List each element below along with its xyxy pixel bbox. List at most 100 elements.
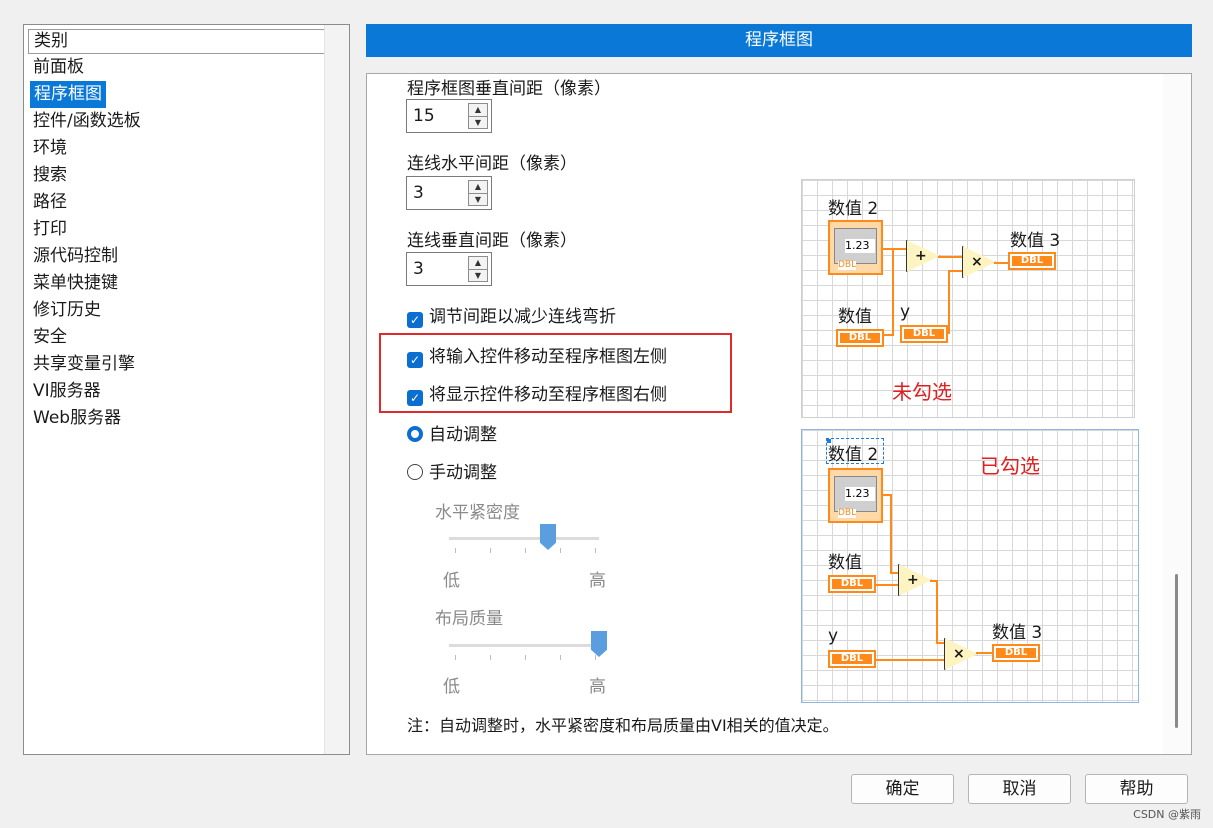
control-value: 1.23 <box>845 239 875 253</box>
arrow-down-icon[interactable]: ▼ <box>469 270 487 282</box>
adjust-spacing-checkbox[interactable]: ✓ 调节间距以减少连线弯折 <box>407 302 616 328</box>
category-item-security[interactable]: 安全 <box>30 324 144 351</box>
label-numeric-2: 数值 2 <box>828 199 879 219</box>
label-numeric-2: 数值 2 <box>828 445 879 465</box>
control-value: 1.23 <box>845 487 875 501</box>
type-tag: DBL <box>838 260 857 270</box>
category-item-web-server[interactable]: Web服务器 <box>30 405 144 432</box>
dbl-terminal-icon: DBL <box>828 575 876 593</box>
wire-vertical-spacing-spinner[interactable]: 3 ▲ ▼ <box>406 252 492 286</box>
note-text: 注：自动调整时，水平紧密度和布局质量由VI相关的值决定。 <box>407 716 839 735</box>
layout-quality-thumb[interactable] <box>591 631 607 657</box>
add-function-icon: + <box>898 564 932 596</box>
arrow-up-icon[interactable]: ▲ <box>469 181 487 194</box>
multiply-function-icon: × <box>944 638 978 670</box>
slider-tick <box>595 548 596 553</box>
settings-scrollbar-thumb[interactable] <box>1175 574 1178 728</box>
checkbox-label: 将输入控件移动至程序框图左侧 <box>429 347 667 367</box>
category-item-paths[interactable]: 路径 <box>30 189 144 216</box>
checkmark-icon[interactable]: ✓ <box>407 390 423 406</box>
settings-scrollbar[interactable] <box>1163 74 1191 754</box>
dbl-tag: DBL <box>904 329 944 339</box>
category-list-panel: 类别 前面板 程序框图 控件/函数选板 环境 搜索 路径 打印 源代码控制 菜单… <box>23 24 350 755</box>
checkmark-icon[interactable]: ✓ <box>407 352 423 368</box>
arrow-up-icon[interactable]: ▲ <box>469 104 487 117</box>
diagram-vertical-spacing-spinner[interactable]: 15 ▲ ▼ <box>406 99 492 133</box>
category-item-palettes[interactable]: 控件/函数选板 <box>30 108 144 135</box>
slider-high-label: 高 <box>589 571 606 591</box>
label-numeric-3: 数值 3 <box>992 623 1043 643</box>
label-numeric-3: 数值 3 <box>1010 231 1061 251</box>
slider-tick <box>455 655 456 660</box>
category-scrollbar[interactable] <box>324 25 349 754</box>
move-outputs-right-checkbox[interactable]: ✓ 将显示控件移动至程序框图右侧 <box>407 380 667 406</box>
category-item-shared-variable-engine[interactable]: 共享变量引擎 <box>30 351 144 378</box>
move-inputs-left-checkbox[interactable]: ✓ 将输入控件移动至程序框图左侧 <box>407 342 667 368</box>
panel-title: 程序框图 <box>366 24 1192 57</box>
category-item-environment[interactable]: 环境 <box>30 135 144 162</box>
wire <box>948 270 950 334</box>
type-tag: DBL <box>838 508 857 518</box>
label-numeric: 数值 <box>838 307 872 327</box>
add-function-icon: + <box>906 240 940 272</box>
slider-tick <box>560 655 561 660</box>
spinner-arrows[interactable]: ▲ ▼ <box>468 256 488 282</box>
horizontal-density-thumb[interactable] <box>540 524 556 550</box>
spinner-value[interactable]: 3 <box>413 177 424 209</box>
dbl-tag: DBL <box>1012 256 1052 266</box>
slider-low-label: 低 <box>443 571 460 591</box>
dbl-terminal-icon: DBL <box>900 325 948 343</box>
wire <box>892 248 894 334</box>
settings-panel: 程序框图垂直间距（像素） 15 ▲ ▼ 连线水平间距（像素） 3 ▲ ▼ 连线垂直间… <box>366 73 1192 755</box>
radio-unselected-icon[interactable] <box>407 464 423 480</box>
label-y: y <box>828 626 839 646</box>
category-item-menu-shortcuts[interactable]: 菜单快捷键 <box>30 270 144 297</box>
category-item-front-panel[interactable]: 前面板 <box>30 54 144 81</box>
diagram-preview-checked: 数值 2 已勾选 1.23 DBL 数值 DBL y DBL + × 数值 3 D… <box>801 429 1139 703</box>
wire <box>876 584 900 586</box>
dbl-tag: DBL <box>832 654 872 664</box>
arrow-down-icon[interactable]: ▼ <box>469 117 487 129</box>
dbl-terminal-icon: DBL <box>828 650 876 668</box>
horizontal-density-track[interactable] <box>449 537 599 540</box>
cancel-button[interactable]: 取消 <box>968 774 1071 804</box>
help-button[interactable]: 帮助 <box>1085 774 1188 804</box>
checkbox-label: 调节间距以减少连线弯折 <box>429 307 616 327</box>
spinner-value[interactable]: 15 <box>413 100 435 132</box>
spinner-arrows[interactable]: ▲ ▼ <box>468 180 488 206</box>
wire <box>876 659 946 661</box>
slider-tick <box>595 655 596 660</box>
dbl-indicator-icon: DBL <box>1008 252 1056 270</box>
manual-adjust-radio[interactable]: 手动调整 <box>407 458 497 483</box>
spinner-arrows[interactable]: ▲ ▼ <box>468 103 488 129</box>
dbl-tag: DBL <box>832 579 872 589</box>
auto-adjust-radio[interactable]: 自动调整 <box>407 420 497 445</box>
wire <box>950 270 964 272</box>
slider-low-label: 低 <box>443 677 460 697</box>
spinner-value[interactable]: 3 <box>413 253 424 285</box>
category-item-printing[interactable]: 打印 <box>30 216 144 243</box>
category-item-search[interactable]: 搜索 <box>30 162 144 189</box>
category-item-vi-server[interactable]: VI服务器 <box>30 378 144 405</box>
slider-tick <box>525 548 526 553</box>
ok-button[interactable]: 确定 <box>851 774 954 804</box>
layout-quality-track[interactable] <box>449 644 599 647</box>
wire-horizontal-spacing-spinner[interactable]: 3 ▲ ▼ <box>406 176 492 210</box>
wire <box>890 494 892 574</box>
label-y: y <box>900 302 911 322</box>
category-list: 前面板 程序框图 控件/函数选板 环境 搜索 路径 打印 源代码控制 菜单快捷键… <box>30 54 144 432</box>
category-header[interactable]: 类别 <box>28 29 325 54</box>
wire <box>994 262 1008 264</box>
slider-tick <box>560 548 561 553</box>
wire <box>936 580 938 642</box>
checkmark-icon[interactable]: ✓ <box>407 312 423 328</box>
horizontal-density-label: 水平紧密度 <box>435 503 520 523</box>
category-item-source-control[interactable]: 源代码控制 <box>30 243 144 270</box>
radio-selected-icon[interactable] <box>407 426 423 442</box>
category-item-revision-history[interactable]: 修订历史 <box>30 297 144 324</box>
slider-tick <box>490 548 491 553</box>
arrow-up-icon[interactable]: ▲ <box>469 257 487 270</box>
checkbox-label: 将显示控件移动至程序框图右侧 <box>429 385 667 405</box>
category-item-block-diagram[interactable]: 程序框图 <box>30 81 106 108</box>
arrow-down-icon[interactable]: ▼ <box>469 194 487 206</box>
